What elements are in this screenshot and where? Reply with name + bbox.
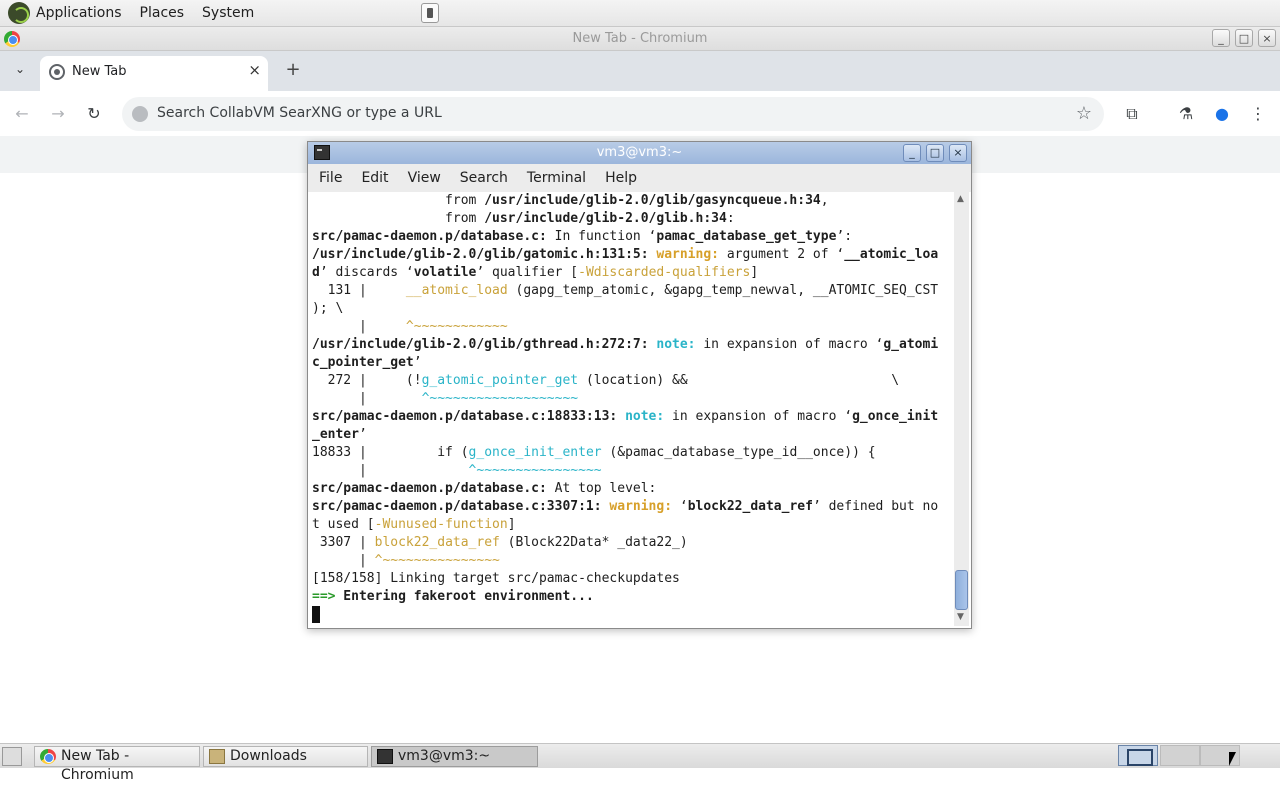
tab-search-chevron-icon[interactable]: ⌄ — [10, 62, 30, 82]
terminal-line: | ^~~~~~~~~~~~~~~~~~~~ — [312, 391, 579, 406]
terminal-menu-help[interactable]: Help — [605, 170, 637, 186]
tab-label: New Tab — [72, 64, 127, 79]
terminal-line: | ^~~~~~~~~~~~~ — [312, 319, 508, 334]
chromium-minimize-button[interactable]: _ — [1212, 29, 1230, 47]
folder-icon — [209, 749, 225, 764]
show-desktop-icon[interactable] — [2, 747, 22, 766]
task-downloads[interactable]: Downloads — [203, 746, 368, 767]
new-tab-button[interactable]: + — [282, 59, 304, 81]
chromium-close-button[interactable]: × — [1258, 29, 1276, 47]
extensions-icon[interactable]: ⧉ — [1121, 103, 1143, 125]
workspace-switcher-1[interactable] — [1118, 745, 1158, 766]
chrome-menu-icon[interactable]: ⋮ — [1247, 103, 1269, 125]
menu-system[interactable]: System — [202, 5, 254, 21]
terminal-menu-terminal[interactable]: Terminal — [527, 170, 586, 186]
new-tab-favicon-icon — [49, 64, 65, 80]
terminal-menu-edit[interactable]: Edit — [361, 170, 388, 186]
terminal-line: [158/158] Linking target src/pamac-check… — [312, 571, 680, 586]
terminal-line: 18833 | if (g_once_init_enter (&pamac_da… — [312, 445, 876, 460]
terminal-line: _enter’ — [312, 427, 367, 442]
terminal-line: src/pamac-daemon.p/database.c: In functi… — [312, 229, 853, 244]
panel-applet-icon[interactable] — [421, 3, 439, 23]
terminal-cursor — [312, 606, 320, 623]
task-label: vm3@vm3:~ — [398, 748, 491, 764]
chromium-maximize-button[interactable]: □ — [1235, 29, 1253, 47]
terminal-line: t used [-Wunused-function] — [312, 517, 516, 532]
tab-new-tab[interactable]: New Tab × — [40, 56, 268, 91]
terminal-line: c_pointer_get’ — [312, 355, 422, 370]
terminal-close-button[interactable]: × — [949, 144, 967, 162]
task-chromium[interactable]: New Tab - Chromium — [34, 746, 200, 783]
terminal-output[interactable]: from /usr/include/glib-2.0/glib/gasyncqu… — [312, 192, 953, 626]
terminal-prompt-line[interactable] — [312, 606, 953, 626]
search-engine-icon — [132, 106, 148, 122]
task-label: Downloads — [230, 748, 307, 764]
terminal-line: from /usr/include/glib-2.0/glib/gasyncqu… — [312, 193, 829, 208]
terminal-line: src/pamac-daemon.p/database.c:3307:1: wa… — [312, 499, 939, 514]
menu-places[interactable]: Places — [140, 5, 185, 21]
terminal-window[interactable]: vm3@vm3:~ _ □ × File Edit View Search Te… — [307, 141, 972, 629]
omnibox-placeholder: Search CollabVM SearXNG or type a URL — [157, 105, 442, 121]
terminal-menu-view[interactable]: View — [408, 170, 441, 186]
terminal-line: 3307 | block22_data_ref (Block22Data* _d… — [312, 535, 688, 550]
terminal-line: src/pamac-daemon.p/database.c:18833:13: … — [312, 409, 939, 424]
terminal-task-icon — [377, 749, 393, 764]
labs-flask-icon[interactable]: ⚗ — [1175, 103, 1197, 125]
task-label: New Tab - Chromium — [61, 748, 134, 783]
terminal-line: from /usr/include/glib-2.0/glib.h:34: — [312, 211, 735, 226]
top-panel: Applications Places System — [0, 0, 1280, 27]
terminal-line: d’ discards ‘volatile’ qualifier [-Wdisc… — [312, 265, 759, 280]
omnibox[interactable]: Search CollabVM SearXNG or type a URL ☆ — [122, 97, 1104, 131]
scrollbar-thumb[interactable] — [955, 570, 968, 610]
chromium-window-title: New Tab - Chromium — [572, 31, 708, 46]
scroll-down-arrow-icon[interactable]: ▼ — [957, 612, 964, 622]
terminal-line: 131 | __atomic_load (gapg_temp_atomic, &… — [312, 283, 939, 298]
terminal-line: | ^~~~~~~~~~~~~~~~ — [312, 553, 500, 568]
menu-applications[interactable]: Applications — [36, 5, 122, 21]
scroll-up-arrow-icon[interactable]: ▲ — [957, 194, 964, 204]
terminal-menu-search[interactable]: Search — [460, 170, 508, 186]
terminal-line: | ^~~~~~~~~~~~~~~~~ — [312, 463, 602, 478]
terminal-maximize-button[interactable]: □ — [926, 144, 944, 162]
profile-avatar-icon[interactable]: ● — [1211, 103, 1233, 125]
tab-close-icon[interactable]: × — [248, 61, 261, 79]
bottom-taskbar: New Tab - Chromium Downloads vm3@vm3:~ — [0, 743, 1280, 783]
chromium-titlebar: New Tab - Chromium _ □ × — [0, 27, 1280, 51]
terminal-window-title: vm3@vm3:~ — [596, 145, 683, 160]
terminal-titlebar[interactable]: vm3@vm3:~ _ □ × — [308, 142, 971, 164]
terminal-line: ); \ — [312, 301, 344, 316]
terminal-menubar: File Edit View Search Terminal Help — [308, 164, 971, 192]
mouse-pointer-icon — [1229, 752, 1236, 766]
terminal-line: src/pamac-daemon.p/database.c: At top le… — [312, 481, 657, 496]
distro-logo-icon[interactable] — [8, 2, 30, 24]
terminal-scrollbar[interactable]: ▲ ▼ — [954, 192, 969, 626]
terminal-line: ==> Entering fakeroot environment... — [312, 589, 594, 604]
terminal-minimize-button[interactable]: _ — [903, 144, 921, 162]
back-arrow-icon[interactable]: ← — [11, 103, 33, 125]
chromium-task-icon — [40, 749, 56, 764]
workspace-switcher-2[interactable] — [1160, 745, 1200, 766]
task-terminal[interactable]: vm3@vm3:~ — [371, 746, 538, 767]
terminal-line: /usr/include/glib-2.0/glib/gatomic.h:131… — [312, 247, 939, 262]
bookmark-star-icon[interactable]: ☆ — [1076, 103, 1092, 124]
terminal-menu-file[interactable]: File — [319, 170, 342, 186]
terminal-line: 272 | (!g_atomic_pointer_get (location) … — [312, 373, 900, 388]
terminal-line: /usr/include/glib-2.0/glib/gthread.h:272… — [312, 337, 939, 352]
reload-icon[interactable]: ↻ — [83, 103, 105, 125]
forward-arrow-icon[interactable]: → — [47, 103, 69, 125]
